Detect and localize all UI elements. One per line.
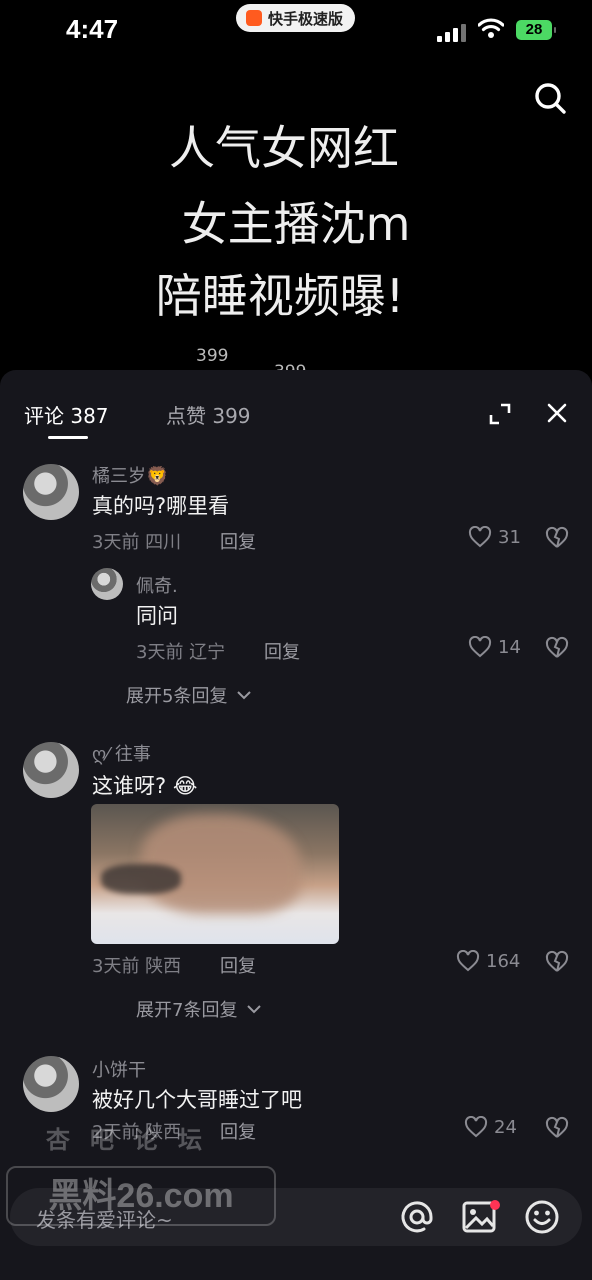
expand-replies-button[interactable]: 展开7条回复 bbox=[92, 996, 262, 1022]
status-time: 4:47 bbox=[66, 14, 119, 44]
video-like-count: 399 bbox=[196, 346, 229, 366]
comment-meta: 3天前 四川 bbox=[92, 532, 182, 553]
avatar[interactable] bbox=[23, 742, 79, 798]
close-icon[interactable] bbox=[544, 400, 570, 426]
reply-button[interactable]: 回复 bbox=[220, 528, 256, 554]
status-bar: 4:47 快手极速版 28 bbox=[0, 0, 592, 64]
chevron-down-icon bbox=[237, 691, 252, 700]
comment-username[interactable]: ღ⁄ 往事 bbox=[92, 740, 151, 766]
video-caption-line: 女主播沈m bbox=[181, 197, 411, 251]
comment-username[interactable]: 小饼干 bbox=[92, 1056, 146, 1082]
reply-button[interactable]: 回复 bbox=[220, 952, 256, 978]
reply-button[interactable]: 回复 bbox=[264, 638, 300, 664]
kuaishou-logo-icon bbox=[246, 10, 262, 26]
comment-text: 被好几个大哥睡过了吧 bbox=[92, 1088, 302, 1112]
expand-replies-label: 展开5条回复 bbox=[126, 686, 228, 707]
comment-text: 真的吗?哪里看 bbox=[92, 494, 230, 518]
like-count: 164 bbox=[486, 950, 521, 972]
watermark-text: 杏吧论坛 bbox=[46, 1126, 222, 1154]
avatar[interactable] bbox=[23, 1056, 79, 1112]
dislike-broken-heart-icon[interactable] bbox=[544, 1116, 570, 1140]
reply-meta: 3天前 辽宁 bbox=[136, 642, 226, 663]
mention-at-icon[interactable] bbox=[398, 1198, 436, 1236]
tab-comments[interactable]: 评论 387 bbox=[24, 400, 109, 429]
emoji-icon[interactable] bbox=[523, 1198, 561, 1236]
comment-text: 这谁呀? 😂 bbox=[92, 774, 198, 798]
like-count: 24 bbox=[494, 1116, 517, 1138]
video-player[interactable]: 人气女网红 女主播沈m 陪睡视频曝! 399 399 bbox=[0, 64, 592, 382]
comments-tabs: 评论 387 点赞 399 bbox=[0, 370, 592, 450]
expand-icon[interactable] bbox=[488, 402, 512, 426]
battery-icon: 28 bbox=[516, 20, 556, 40]
wifi-icon bbox=[478, 18, 504, 38]
video-caption-line: 陪睡视频曝! bbox=[155, 269, 405, 323]
dislike-broken-heart-icon[interactable] bbox=[544, 526, 570, 550]
like-button[interactable]: 24 bbox=[464, 1116, 517, 1138]
comment-username[interactable]: 橘三岁🦁 bbox=[92, 462, 168, 488]
heart-icon bbox=[456, 950, 480, 972]
search-icon[interactable] bbox=[532, 80, 568, 116]
heart-icon bbox=[464, 1116, 488, 1138]
like-button[interactable]: 164 bbox=[456, 950, 520, 972]
laughing-emoji-icon: 😂 bbox=[172, 774, 198, 798]
comment-meta: 3天前 陕西 bbox=[92, 956, 182, 977]
app-badge-label: 快手极速版 bbox=[268, 9, 344, 28]
reply-button[interactable]: 回复 bbox=[220, 1118, 256, 1144]
chevron-down-icon bbox=[247, 1005, 262, 1014]
like-button[interactable]: 31 bbox=[468, 526, 521, 548]
heart-icon bbox=[468, 636, 492, 658]
heart-icon bbox=[468, 526, 492, 548]
comment-image[interactable] bbox=[91, 804, 339, 944]
tab-likes[interactable]: 点赞 399 bbox=[166, 400, 251, 429]
app-badge[interactable]: 快手极速版 bbox=[236, 4, 356, 32]
avatar[interactable] bbox=[23, 464, 79, 520]
like-button[interactable]: 14 bbox=[468, 636, 521, 658]
avatar[interactable] bbox=[91, 568, 123, 600]
like-count: 14 bbox=[498, 636, 521, 658]
dislike-broken-heart-icon[interactable] bbox=[544, 636, 570, 660]
expand-replies-button[interactable]: 展开5条回复 bbox=[92, 682, 252, 708]
video-caption-line: 人气女网红 bbox=[169, 121, 399, 175]
reply-username[interactable]: 佩奇. bbox=[136, 572, 178, 598]
expand-replies-label: 展开7条回复 bbox=[136, 1000, 238, 1021]
notification-dot bbox=[490, 1200, 500, 1210]
dislike-broken-heart-icon[interactable] bbox=[544, 950, 570, 974]
cellular-signal-icon bbox=[437, 22, 467, 42]
tab-active-indicator bbox=[48, 436, 88, 439]
watermark-badge: 黑料26.com bbox=[6, 1166, 276, 1226]
reply-text: 同问 bbox=[136, 604, 178, 628]
like-count: 31 bbox=[498, 526, 521, 548]
lion-emoji-icon: 🦁 bbox=[146, 466, 169, 487]
